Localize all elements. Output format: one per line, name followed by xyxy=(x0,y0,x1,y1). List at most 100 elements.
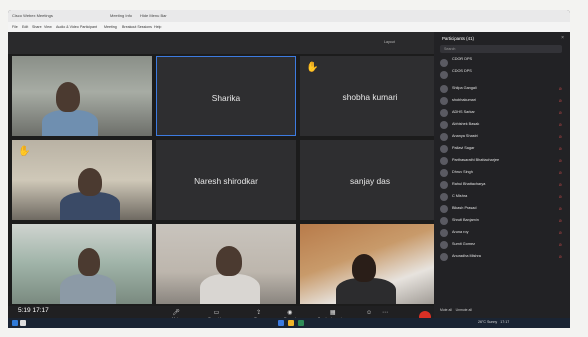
layout-button[interactable]: Layout xyxy=(384,40,395,44)
video-tile-7[interactable] xyxy=(12,224,152,304)
close-icon[interactable]: × xyxy=(561,35,564,41)
folder-icon[interactable] xyxy=(288,320,294,326)
camera-icon: ▭ xyxy=(213,310,220,316)
participant-body xyxy=(42,110,98,136)
mute-all-button[interactable]: Mute all xyxy=(440,308,452,312)
participant-name: shobha kumari xyxy=(342,92,398,102)
video-tile-9[interactable] xyxy=(300,224,440,304)
participant-name: Sharika xyxy=(211,93,241,103)
unmute-all-button[interactable]: Unmute all xyxy=(456,308,472,312)
video-tile-6[interactable]: sanjay das xyxy=(300,140,440,220)
tab-hide-menu[interactable]: Hide Menu Bar xyxy=(140,13,167,18)
search-icon[interactable] xyxy=(20,320,26,326)
breakout-icon: ▦ xyxy=(329,310,336,316)
muted-mic-icon: ⊘ xyxy=(558,206,562,211)
video-tile-8[interactable] xyxy=(156,224,296,304)
share-icon: ⇪ xyxy=(256,310,262,316)
reactions-button[interactable]: ☺ xyxy=(366,310,372,317)
menu-participant[interactable]: Participant xyxy=(80,25,97,29)
muted-mic-icon: ⊘ xyxy=(558,86,562,91)
participant-row[interactable]: shobhakumari ⊘ xyxy=(440,96,564,106)
panel-title: Participants (41) xyxy=(442,36,474,41)
menu-view[interactable]: View xyxy=(44,25,52,29)
muted-mic-icon: ⊘ xyxy=(558,98,562,103)
participant-row[interactable]: Abhishek Basak ⊘ xyxy=(440,120,564,130)
system-tray: 26°C Sunny 17:17 xyxy=(478,320,509,324)
taskbar-clock: 17:17 xyxy=(500,320,510,324)
menu-file[interactable]: File xyxy=(12,25,18,29)
muted-mic-icon: ⊘ xyxy=(558,146,562,151)
participant-row[interactable]: Anuradha Mishra ⊘ xyxy=(440,252,564,262)
participant-body xyxy=(60,274,116,304)
participant-row[interactable]: ADHS Sarkar ⊘ xyxy=(440,108,564,118)
avatar xyxy=(440,205,448,213)
record-icon: ◉ xyxy=(287,310,293,316)
menu-help[interactable]: Help xyxy=(154,25,161,29)
muted-mic-icon: ⊘ xyxy=(558,134,562,139)
participant-row[interactable]: Shruti Banjamin ⊘ xyxy=(440,216,564,226)
menu-edit[interactable]: Edit xyxy=(22,25,28,29)
video-tile-1[interactable] xyxy=(12,56,152,136)
tab-meeting-info[interactable]: Meeting Info xyxy=(110,13,132,18)
avatar xyxy=(440,109,448,117)
muted-mic-icon: ⊘ xyxy=(558,122,562,127)
window-titlebar: Cisco Webex Meetings Meeting Info Hide M… xyxy=(8,10,570,22)
raised-hand-icon: ✋ xyxy=(18,146,31,157)
weather-text: 26°C Sunny xyxy=(478,320,498,324)
avatar xyxy=(440,85,448,93)
window-title: Cisco Webex Meetings xyxy=(12,13,53,18)
muted-mic-icon: ⊘ xyxy=(558,230,562,235)
participant-row[interactable]: CDOR DPS xyxy=(440,57,564,68)
participant-head xyxy=(78,168,102,196)
participant-head xyxy=(78,248,100,276)
start-icon[interactable] xyxy=(12,320,18,326)
participant-head xyxy=(56,82,80,112)
muted-mic-icon: ⊘ xyxy=(558,158,562,163)
meeting-header: Layout xyxy=(8,32,434,54)
panel-footer: Mute all Unmute all xyxy=(440,308,472,312)
video-tile-3[interactable]: ✋ shobha kumari xyxy=(300,56,440,136)
webex-app-icon[interactable] xyxy=(278,320,284,326)
participant-name: Naresh shirodkar xyxy=(194,176,258,186)
menu-meeting[interactable]: Meeting xyxy=(104,25,117,29)
muted-mic-icon: ⊘ xyxy=(558,170,562,175)
menu-share[interactable]: Share xyxy=(32,25,42,29)
menu-audio-video[interactable]: Audio & Video xyxy=(56,25,79,29)
participant-head xyxy=(216,246,242,276)
participant-row[interactable]: Pallavi Sagar ⊘ xyxy=(440,144,564,154)
participant-row[interactable]: Shilpa Gangali ⊘ xyxy=(440,84,564,94)
avatar xyxy=(440,181,448,189)
participant-head xyxy=(352,254,376,282)
participant-row[interactable]: Parthasarathi Bhattacharjee ⊘ xyxy=(440,156,564,166)
chrome-icon[interactable] xyxy=(298,320,304,326)
participant-name: sanjay das xyxy=(349,176,391,186)
avatar xyxy=(440,59,448,67)
avatar xyxy=(440,71,448,79)
video-tile-2[interactable]: Sharika xyxy=(156,56,296,136)
participant-row[interactable]: Bikash Prasad ⊘ xyxy=(440,204,564,214)
participant-row[interactable]: C Mishra ⊘ xyxy=(440,192,564,202)
menu-breakout[interactable]: Breakout Sessions xyxy=(122,25,152,29)
participant-row[interactable]: Rahul Bhattacharya ⊘ xyxy=(440,180,564,190)
participant-search-input[interactable]: Search xyxy=(440,45,562,53)
participant-row[interactable]: Dhruv Singh ⊘ xyxy=(440,168,564,178)
microphone-icon: 🎤︎ xyxy=(172,310,180,316)
muted-mic-icon: ⊘ xyxy=(558,218,562,223)
video-tile-5[interactable]: Naresh shirodkar xyxy=(156,140,296,220)
muted-mic-icon: ⊘ xyxy=(558,242,562,247)
avatar xyxy=(440,121,448,129)
participant-row[interactable]: Ananya Shastri ⊘ xyxy=(440,132,564,142)
participant-body xyxy=(60,192,120,220)
avatar xyxy=(440,217,448,225)
menu-bar: File Edit Share View Audio & Video Parti… xyxy=(8,22,570,32)
participant-row[interactable]: CDOS DPS xyxy=(440,69,564,80)
more-button[interactable]: ⋯ xyxy=(382,310,388,317)
avatar xyxy=(440,97,448,105)
avatar xyxy=(440,229,448,237)
avatar xyxy=(440,193,448,201)
participant-row[interactable]: Sumit Gomez ⊘ xyxy=(440,240,564,250)
muted-mic-icon: ⊘ xyxy=(558,194,562,199)
os-taskbar: 26°C Sunny 17:17 xyxy=(8,318,570,328)
participant-row[interactable]: Aruna roy ⊘ xyxy=(440,228,564,238)
video-tile-4[interactable]: ✋ xyxy=(12,140,152,220)
